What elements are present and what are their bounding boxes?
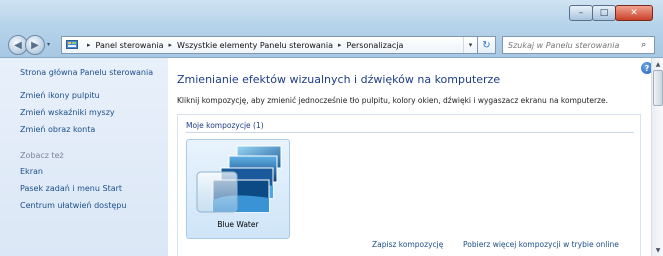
- section-divider: [186, 132, 634, 133]
- scroll-up-button[interactable]: ▲: [652, 58, 663, 70]
- maximize-button[interactable]: □: [592, 5, 616, 21]
- change-account-picture-link[interactable]: Zmień obraz konta: [20, 125, 168, 135]
- search-icon[interactable]: ⌕: [641, 40, 654, 50]
- close-button[interactable]: ✕: [615, 5, 653, 21]
- forward-arrow-icon: ▶: [31, 39, 39, 51]
- change-desktop-icons-link[interactable]: Zmień ikony pulpitu: [20, 91, 168, 101]
- taskbar-start-menu-link[interactable]: Pasek zadań i menu Start: [20, 184, 168, 194]
- theme-preview-image: [196, 145, 282, 213]
- chevron-down-icon: ▾: [47, 41, 51, 48]
- personalization-window: – □ ✕ ◀ ▶ ▾ ▸ Panel sterowania ▸ Wszystk…: [0, 0, 663, 256]
- change-mouse-pointers-link[interactable]: Zmień wskaźniki myszy: [20, 108, 168, 118]
- breadcrumb-control-panel[interactable]: Panel sterowania: [96, 41, 164, 50]
- page-description: Kliknij kompozycję, aby zmienić jednocze…: [177, 96, 608, 105]
- minimize-button[interactable]: –: [569, 5, 593, 21]
- vertical-scrollbar[interactable]: ▲ ▼: [651, 58, 663, 256]
- theme-actions: Zapisz kompozycję Pobierz więcej kompozy…: [177, 240, 641, 256]
- scroll-down-button[interactable]: ▼: [652, 244, 663, 256]
- theme-name-label: Blue Water: [217, 220, 259, 229]
- window-controls: – □ ✕: [569, 5, 653, 21]
- theme-list: Moje kompozycje (1) Blue Water: [177, 114, 641, 256]
- save-theme-link[interactable]: Zapisz kompozycję: [372, 240, 443, 249]
- display-link[interactable]: Ekran: [20, 167, 168, 177]
- get-more-themes-link[interactable]: Pobierz więcej kompozycji w trybie onlin…: [463, 240, 619, 249]
- my-themes-header[interactable]: Moje kompozycje (1): [186, 121, 264, 130]
- refresh-icon: ↻: [482, 39, 491, 51]
- theme-tile-blue-water[interactable]: Blue Water: [186, 139, 290, 239]
- ease-of-access-link[interactable]: Centrum ułatwień dostępu: [20, 201, 168, 211]
- recent-pages-dropdown[interactable]: ▾: [47, 41, 55, 49]
- address-dropdown-button[interactable]: ▾: [463, 37, 477, 53]
- back-arrow-icon: ◀: [14, 39, 22, 51]
- breadcrumb-separator[interactable]: ▸: [169, 41, 173, 49]
- search-box[interactable]: ⌕: [502, 36, 655, 54]
- page-title: Zmienianie efektów wizualnych i dźwięków…: [177, 73, 501, 86]
- navigation-bar: ◀ ▶ ▾ ▸ Panel sterowania ▸ Wszystkie ele…: [8, 34, 655, 56]
- control-panel-home-link[interactable]: Strona główna Panelu sterowania: [20, 68, 168, 78]
- task-pane: Strona główna Panelu sterowania Zmień ik…: [0, 58, 168, 256]
- search-input[interactable]: [508, 40, 642, 50]
- refresh-button[interactable]: ↻: [478, 36, 496, 54]
- see-also-heading: Zobacz też: [20, 151, 64, 160]
- breadcrumb-separator[interactable]: ▸: [338, 41, 342, 49]
- window-frame: – □ ✕ ◀ ▶ ▾ ▸ Panel sterowania ▸ Wszystk…: [0, 0, 663, 58]
- control-panel-icon: [66, 40, 78, 49]
- address-bar[interactable]: ▸ Panel sterowania ▸ Wszystkie elementy …: [61, 36, 478, 54]
- forward-button[interactable]: ▶: [25, 35, 45, 55]
- breadcrumb-personalization[interactable]: Personalizacja: [347, 41, 404, 50]
- breadcrumb-separator: ▸: [87, 41, 91, 49]
- scroll-thumb[interactable]: [653, 70, 663, 106]
- main-content: ? Zmienianie efektów wizualnych i dźwięk…: [168, 58, 653, 256]
- breadcrumb-all-items[interactable]: Wszystkie elementy Panelu sterowania: [177, 41, 333, 50]
